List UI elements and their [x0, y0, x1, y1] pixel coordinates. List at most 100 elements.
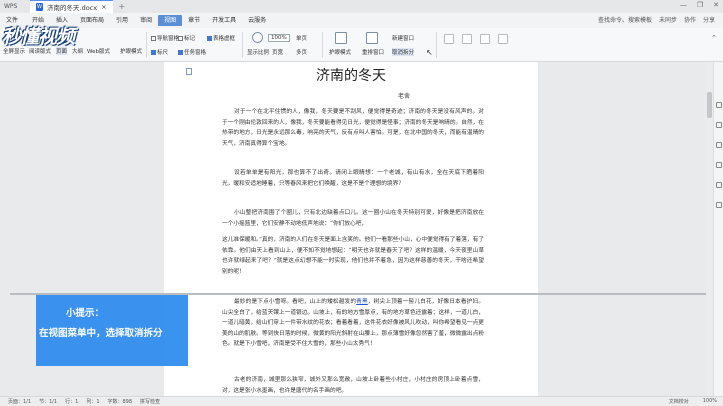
reset-position-icon [498, 34, 508, 44]
status-spellcheck[interactable]: 拼写检查 [140, 398, 160, 405]
hyperlink-word[interactable]: 青黑 [356, 299, 368, 305]
paragraph-5: 古老的济南，城里那么狭窄，城外又那么宽敞，山坡上卧着些小村庄，小村庄的房顶上卧着… [222, 377, 484, 394]
menu-chapter[interactable]: 章节 [182, 15, 206, 26]
tip-overlay: 小提示： 在视图菜单中，选择取消拆分 [36, 295, 188, 366]
collaborate-button[interactable]: 协作 [684, 15, 696, 24]
paragraph-4: 最妙的是下点小雪呀。看吧，山上的矮松越发的青黑，树尖上顶着一髻儿白花，好像日本看… [222, 297, 484, 350]
task-pane-checkbox[interactable]: 任务窗格 [178, 48, 206, 56]
checkbox-icon [151, 36, 156, 41]
new-tab-button[interactable]: + [119, 2, 126, 11]
view-ribbon: 全屏显示 阅读版式 页面 大纲 Web版式 护眼模式 导航窗格 标尺 标记 任务… [0, 28, 723, 62]
close-tab-icon[interactable]: × [101, 3, 106, 11]
eye-protect-icon [335, 32, 347, 44]
status-line: 行：1 [65, 399, 79, 405]
document-title: 济南的冬天 [316, 68, 386, 84]
vertical-scrollbar[interactable] [706, 62, 713, 396]
document-page[interactable]: 济南的冬天 老舍 对于一个在北平住惯的人，像我，冬天要是不刮风，便觉得是奇迹；济… [164, 62, 538, 396]
markup-label: 标记 [184, 36, 196, 42]
paragraph-3-continued: 这儿准保暖和。”真的，济南的人们在冬天是面上含笑的。他们一看那些小山，心中便觉得… [222, 237, 484, 275]
command-search[interactable]: 查找命令、搜索模板 [598, 15, 652, 24]
new-window-button[interactable]: 新建窗口 [392, 34, 414, 42]
menu-bar: 文件 开始 插入 页面布局 引用 审阅 视图 章节 开发工具 云服务 查找命令、… [0, 13, 723, 28]
select-tool-icon[interactable] [716, 102, 722, 108]
checkbox-checked-icon [178, 50, 183, 55]
minimize-button[interactable]: — [680, 1, 687, 9]
arrange-window-icon [366, 32, 378, 44]
left-panel [0, 62, 10, 396]
menu-page-layout[interactable]: 页面布局 [74, 15, 110, 26]
ribbon-divider [322, 32, 323, 58]
sync-scroll-icon [480, 34, 490, 44]
paragraph-1: 对于一个在北平住惯的人，像我，冬天要是不刮风，便觉得是奇迹；济南的冬天是没有风声… [222, 109, 484, 147]
status-page: 页面：1/1 [8, 399, 32, 405]
markup-checkbox[interactable]: 标记 [178, 34, 195, 42]
eye-protect-button[interactable]: 护眼模式 [329, 48, 351, 56]
document-tab-label: 济南的冬天.docx [47, 4, 98, 12]
window-controls: — ❐ ✕ [680, 1, 719, 9]
mouse-cursor-icon: ↖ [426, 48, 433, 57]
menu-developer[interactable]: 开发工具 [206, 15, 242, 26]
checkbox-checked-icon [151, 50, 156, 55]
tip-body: 在视图菜单中，选择取消拆分 [39, 328, 163, 339]
page-width-button[interactable]: 页宽 [272, 48, 283, 56]
nav-pane-checkbox[interactable]: 导航窗格 [151, 34, 179, 42]
format-tool-icon[interactable] [716, 142, 722, 148]
one-page-button[interactable]: 单页 [296, 34, 307, 42]
table-gridlines-checkbox[interactable]: 表格虚框 [207, 34, 235, 42]
maximize-button[interactable]: ❐ [697, 1, 703, 9]
web-layout-button[interactable]: Web版式 [87, 47, 110, 55]
close-window-button[interactable]: ✕ [713, 1, 719, 9]
menu-review[interactable]: 审阅 [134, 15, 158, 26]
status-wordcount[interactable]: 字数：898 [108, 398, 133, 405]
ribbon-divider [242, 32, 243, 58]
zoom-field[interactable]: 100% [268, 34, 290, 42]
menu-view[interactable]: 视图 [158, 15, 183, 26]
word-doc-icon: W [36, 3, 43, 11]
tip-title: 小提示： [66, 308, 105, 319]
table-gridlines-label: 表格虚框 [213, 36, 236, 42]
backup-tool-icon[interactable] [716, 182, 722, 188]
document-author: 老舍 [398, 93, 411, 100]
task-pane-label: 任务窗格 [184, 50, 207, 56]
split-window-icon [444, 34, 454, 44]
right-toolbar [713, 62, 723, 396]
proofread-button[interactable]: 文档校对 [669, 398, 689, 405]
zoom-icon [252, 32, 263, 43]
display-ratio-button[interactable]: 显示比例 [247, 48, 269, 56]
status-right: 文档校对 100% [661, 398, 717, 405]
ribbon-divider [436, 32, 437, 58]
collapse-ribbon-icon[interactable]: ⌃ [711, 34, 717, 42]
side-by-side-icon [462, 34, 472, 44]
ruler-label: 标尺 [157, 50, 169, 56]
title-bar: WPS W 济南的冬天.docx × + — ❐ ✕ [0, 0, 723, 13]
checkbox-icon [178, 36, 183, 41]
wps-home-tab[interactable]: WPS [0, 0, 30, 13]
cancel-split-button[interactable]: 取消拆分 [392, 48, 415, 56]
paragraph-3: 小山整把济南围了个圈儿，只有北边缺着点口儿。这一圈小山在冬天特别可爱，好像是把济… [222, 210, 484, 227]
paragraph-2: 设若单单是有阳光，那也算不了出奇。请闭上眼睛想：一个老城，有山有水，全在天底下晒… [222, 170, 484, 187]
scrollbar-thumb[interactable] [707, 92, 712, 118]
page-marker-icon [186, 68, 192, 75]
paragraph-4-text: 最妙的是下点小雪呀。看吧，山上的矮松越发的青黑，树尖上顶着一髻儿白花，好像日本看… [222, 299, 485, 347]
status-section: 节：1/1 [39, 399, 58, 405]
edit-tool-icon[interactable] [716, 162, 722, 168]
eye-mode-button[interactable]: 护眼模式 [120, 47, 142, 55]
share-tool-icon[interactable] [716, 202, 722, 208]
status-bar: 页面：1/1 节：1/1 行：1 列：1 字数：898 拼写检查 文档校对 10… [0, 396, 723, 406]
share-button[interactable]: 分享 [703, 15, 715, 24]
watermark-logo: 秒懂视频 [2, 26, 75, 48]
menu-references[interactable]: 引用 [110, 15, 134, 26]
ruler-checkbox[interactable]: 标尺 [151, 48, 168, 56]
style-tool-icon[interactable] [716, 122, 722, 128]
ribbon-divider [146, 32, 147, 58]
multi-page-button[interactable]: 多页 [296, 48, 307, 56]
menu-right-tools: 查找命令、搜索模板 未同步 协作 分享 [598, 15, 715, 24]
zoom-level[interactable]: 100% [703, 398, 717, 405]
nav-pane-label: 导航窗格 [157, 36, 180, 42]
arrange-window-button[interactable]: 重排窗口 [362, 48, 384, 56]
checkbox-checked-icon [207, 36, 212, 41]
menu-cloud[interactable]: 云服务 [242, 15, 272, 26]
document-tab[interactable]: W 济南的冬天.docx × [30, 0, 113, 13]
sync-status[interactable]: 未同步 [659, 15, 677, 24]
status-column: 列：1 [86, 399, 100, 405]
